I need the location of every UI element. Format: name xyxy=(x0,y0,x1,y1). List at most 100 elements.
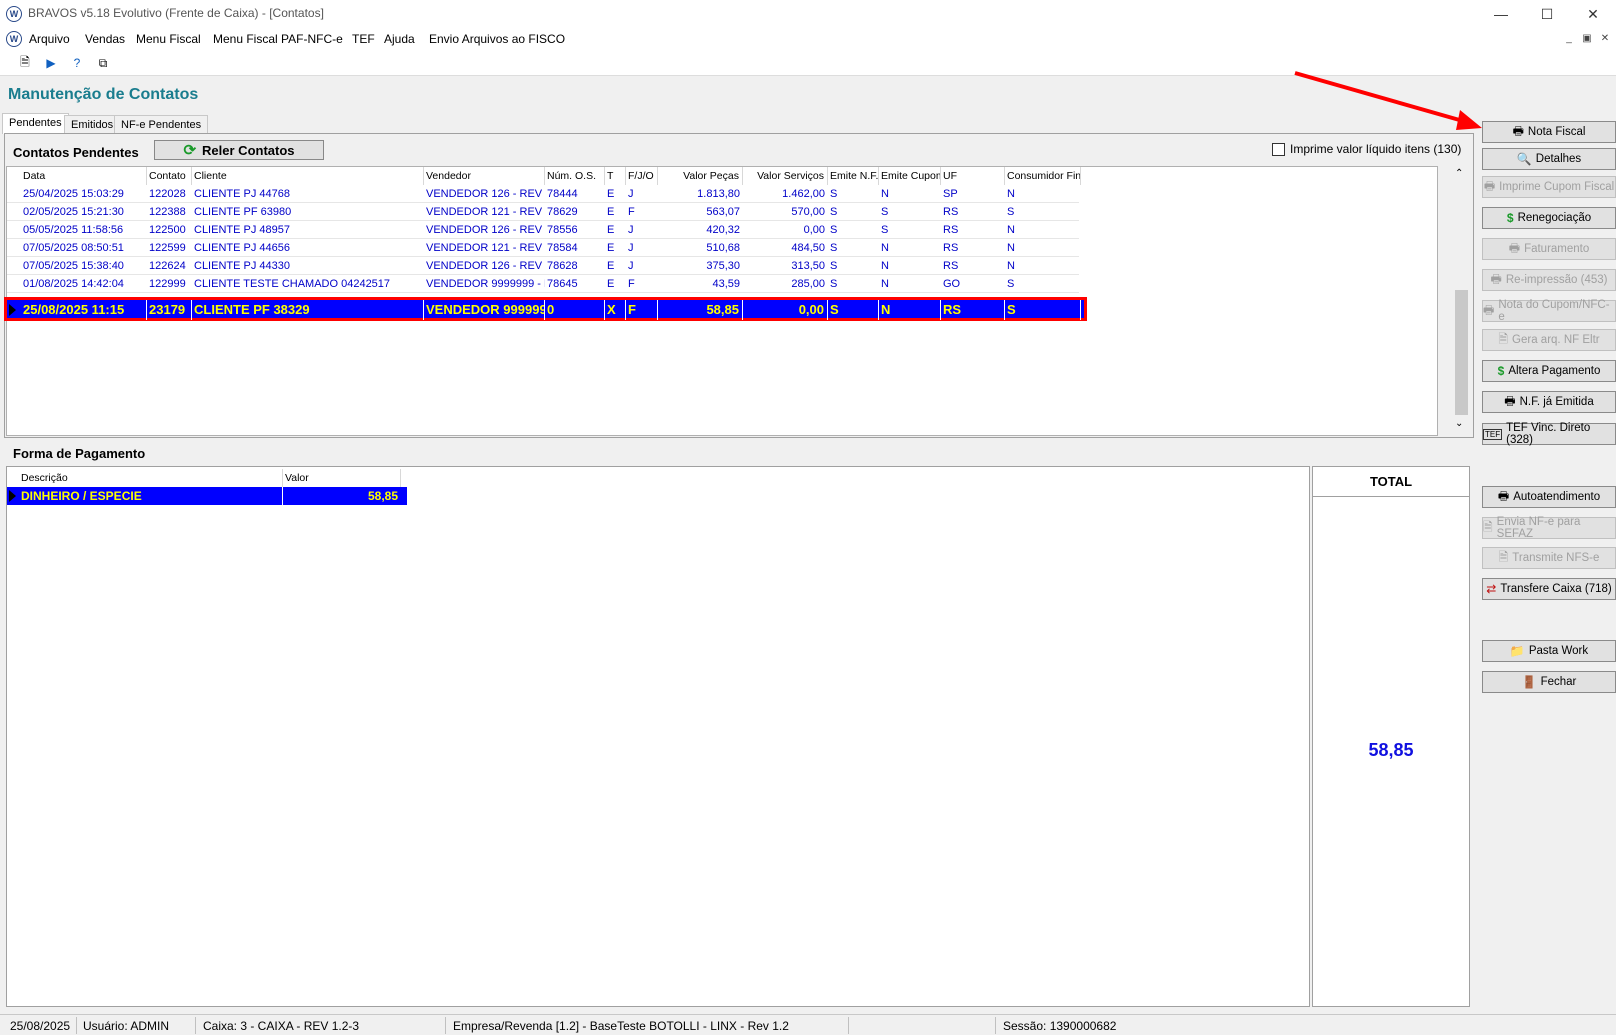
print-net-value-checkbox[interactable]: Imprime valor líquido itens (130) xyxy=(1272,142,1461,156)
sel-consumidor-final: S xyxy=(1005,300,1081,320)
annotation-arrow-icon xyxy=(1294,71,1482,130)
menu-arquivo[interactable]: Arquivo xyxy=(29,32,70,46)
envia-nfe-button[interactable]: 🗎 Envia NF-e para SEFAZ xyxy=(1482,516,1616,540)
pending-grid[interactable]: Data Contato Cliente Vendedor Núm. O.S. … xyxy=(4,166,1438,436)
cell-cliente: CLIENTE PJ 44330 xyxy=(194,260,290,272)
cell-cliente: CLIENTE PJ 44768 xyxy=(194,188,290,200)
cell-vendedor: VENDEDOR 126 - REV 1. xyxy=(426,224,545,236)
menu-ajuda[interactable]: Ajuda xyxy=(384,32,415,46)
folder-icon: 📁 xyxy=(1509,644,1525,658)
payment-grid[interactable]: Descrição Valor DINHEIRO / ESPECIE 58,85 xyxy=(6,466,1310,1007)
col-emite-nf[interactable]: Emite N.F. xyxy=(828,167,879,185)
col-vendedor[interactable]: Vendedor xyxy=(424,167,545,185)
cell-cliente: CLIENTE PF 63980 xyxy=(194,206,292,218)
col-t[interactable]: T xyxy=(605,167,626,185)
reimpressao-button[interactable]: 🖶 Re-impressão (453) xyxy=(1482,269,1616,291)
col-valor-servicos[interactable]: Valor Serviços xyxy=(743,167,828,185)
menu-tef[interactable]: TEF xyxy=(352,32,375,46)
col-valor-pecas[interactable]: Valor Peças xyxy=(658,167,743,185)
magnifier-icon: 🔍 xyxy=(1516,152,1532,166)
cell-uf: RS xyxy=(943,260,959,272)
nf-emitida-button[interactable]: 🖶 N.F. já Emitida xyxy=(1482,391,1616,413)
transfere-caixa-button[interactable]: ⇄ Transfere Caixa (718) xyxy=(1482,578,1616,600)
col-fjo[interactable]: F/J/O xyxy=(626,167,658,185)
app-menu-icon[interactable]: W xyxy=(6,31,22,47)
tef-vinc-button[interactable]: TEF TEF Vinc. Direto (328) xyxy=(1482,422,1616,446)
cell-num-os: 78584 xyxy=(547,242,578,254)
payment-selected-row[interactable]: DINHEIRO / ESPECIE 58,85 xyxy=(7,487,407,505)
tab-nfe-pendentes[interactable]: NF-e Pendentes xyxy=(114,115,209,134)
col-num-os[interactable]: Núm. O.S. xyxy=(545,167,605,185)
gera-arq-button[interactable]: 🗎 Gera arq. NF Eltr xyxy=(1482,329,1616,351)
reload-contacts-button[interactable]: ⟳ Reler Contatos xyxy=(154,140,324,160)
col-contato[interactable]: Contato xyxy=(147,167,192,185)
scroll-down-icon[interactable]: ⌄ xyxy=(1455,418,1463,429)
col-uf[interactable]: UF xyxy=(941,167,1005,185)
close-button[interactable]: ✕ xyxy=(1570,0,1616,28)
nota-fiscal-button[interactable]: 🖶 Nota Fiscal xyxy=(1482,121,1616,143)
selected-row[interactable]: 25/08/2025 11:15 23179 CLIENTE PF 38329 … xyxy=(4,297,1087,321)
sel-data: 25/08/2025 11:15 xyxy=(21,300,147,320)
menu-envio-fisco[interactable]: Envio Arquivos ao FISCO xyxy=(429,32,565,46)
tab-emitidos[interactable]: Emitidos xyxy=(64,115,121,134)
fechar-button[interactable]: 🚪 Fechar xyxy=(1482,671,1616,693)
cell-valor-servicos: 0,00 xyxy=(803,224,825,236)
col-descricao[interactable]: Descrição xyxy=(19,469,283,487)
cell-consumidor-final: S xyxy=(1007,278,1015,290)
mdi-close-icon[interactable]: ✕ xyxy=(1598,31,1612,45)
faturamento-button[interactable]: 🖶 Faturamento xyxy=(1482,238,1616,260)
sel-num-os: 0 xyxy=(545,300,605,320)
pay-descricao: DINHEIRO / ESPECIE xyxy=(19,487,283,505)
pending-section-title: Contatos Pendentes xyxy=(13,145,139,160)
menu-fiscal[interactable]: Menu Fiscal xyxy=(136,32,201,46)
nota-fiscal-label: Nota Fiscal xyxy=(1527,126,1586,138)
table-row[interactable]: 07/05/2025 15:38:40 122624 CLIENTE PJ 4433… xyxy=(7,257,1079,275)
autoatendimento-button[interactable]: 🖶 Autoatendimento xyxy=(1482,486,1616,508)
altera-pagamento-button[interactable]: $ Altera Pagamento xyxy=(1482,360,1616,382)
table-row[interactable]: 25/04/2025 15:03:29 122028 CLIENTE PJ 4476… xyxy=(7,185,1079,203)
grid-scrollbar-thumb[interactable] xyxy=(1455,290,1468,415)
cell-t: E xyxy=(607,224,615,236)
scroll-up-icon[interactable]: ⌃ xyxy=(1455,168,1463,179)
menu-vendas[interactable]: Vendas xyxy=(85,32,125,46)
mdi-minimize-icon[interactable]: _ xyxy=(1562,31,1576,45)
pasta-work-button[interactable]: 📁 Pasta Work xyxy=(1482,640,1616,662)
detalhes-button[interactable]: 🔍 Detalhes xyxy=(1482,148,1616,170)
col-data[interactable]: Data xyxy=(21,167,147,185)
help-icon[interactable]: ? xyxy=(68,54,86,72)
col-valor[interactable]: Valor xyxy=(283,469,401,487)
col-consumidor-final[interactable]: Consumidor Final xyxy=(1005,167,1081,185)
faturamento-label: Faturamento xyxy=(1524,243,1590,255)
cell-vendedor: VENDEDOR 9999999 - RE xyxy=(426,278,545,290)
cell-uf: RS xyxy=(943,206,959,218)
page-title: Manutenção de Contatos xyxy=(8,86,199,103)
sel-contato: 23179 xyxy=(147,300,192,320)
imprime-cupom-button[interactable]: 🖶 Imprime Cupom Fiscal xyxy=(1482,176,1616,198)
maximize-button[interactable]: ☐ xyxy=(1524,0,1570,28)
col-emite-cupom[interactable]: Emite Cupom xyxy=(879,167,941,185)
renegociacao-button[interactable]: $ Renegociação xyxy=(1482,207,1616,229)
cell-contato: 122028 xyxy=(149,188,186,200)
sel-valor-servicos: 0,00 xyxy=(743,300,828,320)
cell-valor-servicos: 570,00 xyxy=(791,206,825,218)
mdi-restore-icon[interactable]: ▣ xyxy=(1580,31,1594,45)
minimize-button[interactable]: — xyxy=(1478,0,1524,28)
table-row[interactable]: 02/05/2025 15:21:30 122388 CLIENTE PF 6398… xyxy=(7,203,1079,221)
menu-fiscal-paf[interactable]: Menu Fiscal PAF-NFC-e xyxy=(213,32,343,46)
reimpressao-label: Re-impressão (453) xyxy=(1505,274,1608,286)
cell-uf: SP xyxy=(943,188,958,200)
table-row[interactable]: 01/08/2025 14:42:04 122999 CLIENTE TESTE C… xyxy=(7,275,1079,293)
play-icon[interactable]: ▶ xyxy=(42,54,60,72)
cell-emite-nf: S xyxy=(830,224,838,236)
nota-cupom-button[interactable]: 🖶 Nota do Cupom/NFC-e xyxy=(1482,299,1616,323)
windows-icon[interactable]: ⧉ xyxy=(94,54,112,72)
table-row[interactable]: 07/05/2025 08:50:51 122599 CLIENTE PJ 4465… xyxy=(7,239,1079,257)
col-cliente[interactable]: Cliente xyxy=(192,167,424,185)
checkbox-box[interactable] xyxy=(1272,142,1285,156)
document-icon[interactable]: 🗎 xyxy=(16,54,34,72)
transmite-nfse-button[interactable]: 🗎 Transmite NFS-e xyxy=(1482,547,1616,569)
cell-vendedor: VENDEDOR 126 - REV 1. xyxy=(426,260,545,272)
tab-pendentes[interactable]: Pendentes xyxy=(2,113,69,134)
table-row[interactable]: 05/05/2025 11:58:56 122500 CLIENTE PJ 4895… xyxy=(7,221,1079,239)
cell-cliente: CLIENTE PJ 44656 xyxy=(194,242,290,254)
